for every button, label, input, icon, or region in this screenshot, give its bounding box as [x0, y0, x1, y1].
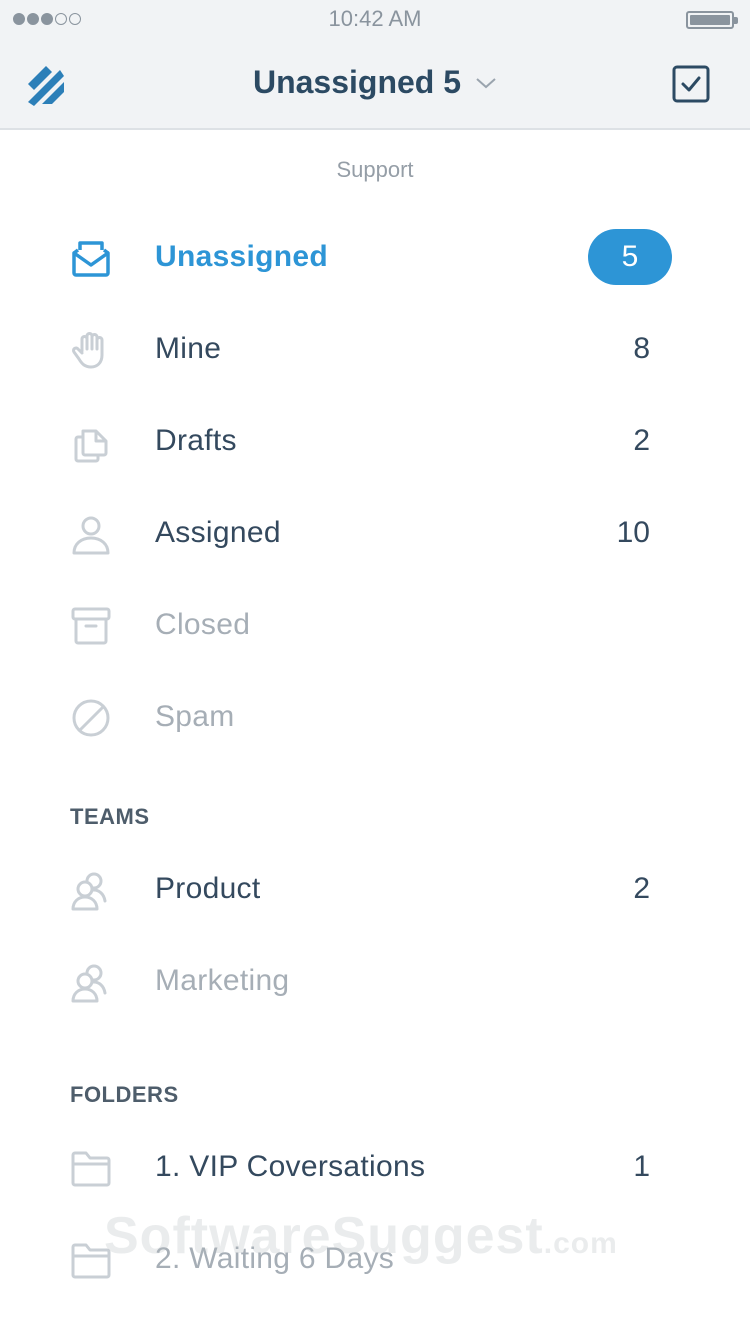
team-label: Marketing: [155, 964, 290, 997]
folder-count: 2: [633, 424, 650, 457]
status-time: 10:42 AM: [328, 6, 422, 31]
folders-heading: FOLDERS: [70, 1082, 179, 1107]
folder-label: 1. VIP Coversations: [155, 1150, 426, 1183]
team-item-marketing[interactable]: Marketing: [0, 946, 750, 1016]
folder-count: 1: [633, 1150, 650, 1183]
folder-item-spam[interactable]: Spam: [0, 682, 750, 752]
folder-icon: [71, 1151, 111, 1187]
folder-label: Closed: [155, 608, 251, 641]
envelope-open-icon: [72, 241, 110, 277]
folder-label: Spam: [155, 700, 235, 733]
folder-item-assigned[interactable]: Assigned 10: [0, 498, 750, 568]
team-icon: [71, 872, 107, 911]
mailbox-title-dropdown[interactable]: Unassigned 5: [0, 64, 750, 101]
watermark-text: SoftwareSuggest: [104, 1207, 544, 1265]
folder-label: Mine: [155, 332, 222, 365]
page-title: Unassigned 5: [252, 64, 462, 100]
watermark: SoftwareSuggest.com: [104, 1206, 618, 1266]
top-bar: 10:42 AM Unassigned 5: [0, 0, 750, 130]
team-icon: [71, 964, 107, 1003]
status-bar: 10:42 AM: [0, 0, 750, 40]
select-checkbox-icon[interactable]: [672, 65, 710, 103]
watermark-suffix: .com: [543, 1227, 618, 1260]
block-icon: [72, 699, 110, 737]
folder-label: Assigned: [155, 516, 281, 549]
drafts-icon: [74, 429, 108, 463]
chevron-down-icon: [476, 77, 496, 88]
archive-icon: [71, 607, 111, 645]
count-badge: 5: [588, 229, 672, 285]
team-count: 2: [633, 872, 650, 905]
teams-heading: TEAMS: [70, 804, 150, 829]
folder-item-closed[interactable]: Closed: [0, 590, 750, 660]
hand-icon: [72, 332, 104, 369]
mailbox-caption: Support: [336, 157, 414, 182]
folder-count: 10: [616, 516, 650, 549]
team-item-product[interactable]: Product 2: [0, 854, 750, 924]
folder-count: 8: [633, 332, 650, 365]
folder-item-unassigned[interactable]: Unassigned 5: [0, 222, 750, 292]
folder-item-mine[interactable]: Mine 8: [0, 314, 750, 384]
folder-item-vip[interactable]: 1. VIP Coversations 1: [0, 1132, 750, 1202]
folder-item-drafts[interactable]: Drafts 2: [0, 406, 750, 476]
folder-label: Unassigned: [155, 240, 329, 273]
team-label: Product: [155, 872, 261, 905]
battery-icon: [686, 11, 738, 29]
user-icon: [72, 516, 110, 555]
folder-label: Drafts: [155, 424, 237, 457]
